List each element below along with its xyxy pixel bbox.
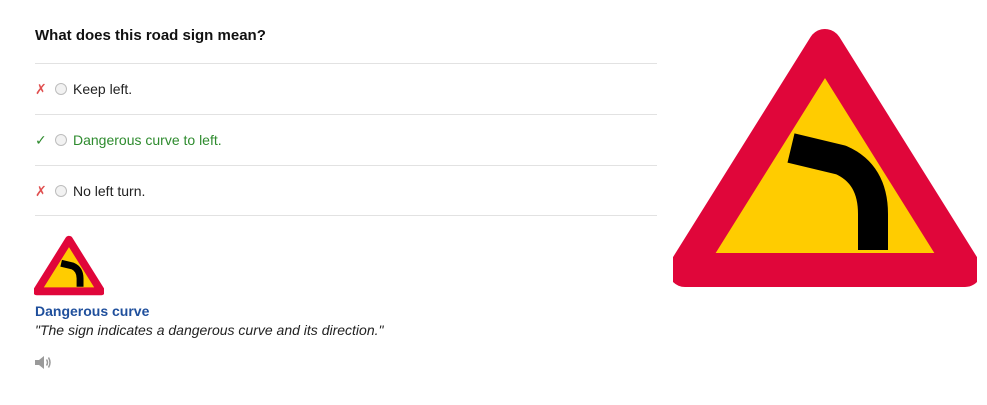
radio-button[interactable] <box>55 184 67 197</box>
answer-option-1[interactable]: ✗ Keep left. <box>35 63 657 114</box>
answer-label: No left turn. <box>73 182 146 199</box>
explanation-title: Dangerous curve <box>35 303 150 319</box>
dangerous-curve-sign-icon <box>673 29 977 287</box>
answer-label: Dangerous curve to left. <box>73 132 222 148</box>
correct-mark-icon: ✓ <box>35 132 47 148</box>
speaker-icon[interactable] <box>34 354 52 371</box>
answer-option-2[interactable]: ✓ Dangerous curve to left. <box>35 114 657 165</box>
question-text: What does this road sign mean? <box>35 27 266 44</box>
wrong-mark-icon: ✗ <box>35 81 47 97</box>
radio-button[interactable] <box>55 134 67 146</box>
answer-option-3[interactable]: ✗ No left turn. <box>35 165 657 216</box>
answer-options: ✗ Keep left. ✓ Dangerous curve to left. … <box>35 63 657 216</box>
radio-button[interactable] <box>55 83 67 95</box>
answer-label: Keep left. <box>73 81 133 97</box>
wrong-mark-icon: ✗ <box>35 182 47 199</box>
explanation-quote: "The sign indicates a dangerous curve an… <box>35 322 384 338</box>
dangerous-curve-sign-small-icon <box>34 235 104 296</box>
